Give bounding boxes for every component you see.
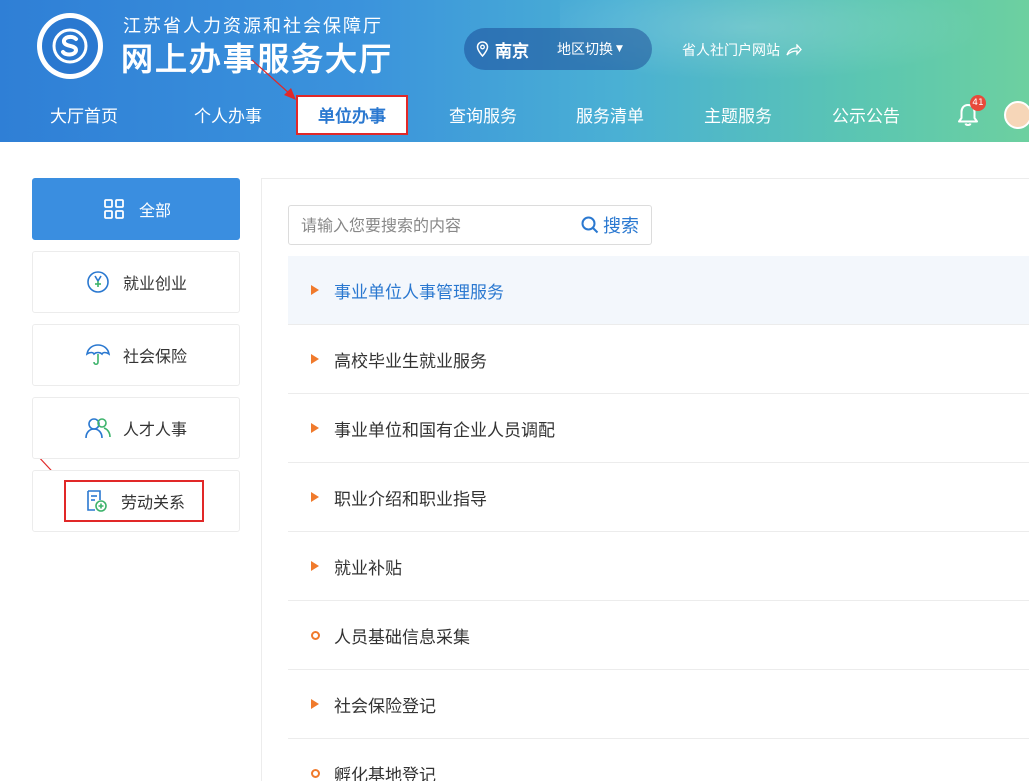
nav-item-announcements[interactable]: 公示公告 (832, 102, 900, 127)
umbrella-icon (85, 342, 111, 368)
sidebar-item-talent[interactable]: 人才人事 (32, 397, 240, 459)
triangle-right-icon (308, 561, 322, 571)
highlight-box: 劳动关系 (64, 480, 204, 522)
grid-icon (101, 196, 127, 222)
nav-item-query[interactable]: 查询服务 (449, 102, 517, 127)
site-logo[interactable] (37, 13, 103, 79)
list-item[interactable]: 高校毕业生就业服务 (288, 325, 1029, 394)
share-arrow-icon (786, 44, 802, 56)
list-item-label: 事业单位和国有企业人员调配 (334, 420, 555, 441)
list-item[interactable]: 人员基础信息采集 (288, 601, 1029, 670)
service-list: 事业单位人事管理服务 高校毕业生就业服务 事业单位和国有企业人员调配 职业介绍和… (288, 256, 1029, 781)
document-plus-icon (83, 488, 109, 514)
sidebar-item-label: 人才人事 (122, 420, 187, 439)
region-switch-label: 地区切换 (557, 42, 613, 58)
list-item[interactable]: 职业介绍和职业指导 (288, 463, 1029, 532)
triangle-right-icon (308, 354, 322, 364)
logo-emblem-icon (42, 18, 98, 74)
search-button[interactable]: 搜索 (581, 212, 639, 238)
employment-icon (85, 269, 111, 295)
people-icon (85, 415, 111, 441)
sidebar-item-label: 全部 (138, 201, 171, 220)
ring-bullet-icon (308, 769, 322, 778)
list-item-label: 事业单位人事管理服务 (334, 282, 504, 303)
list-item-label: 高校毕业生就业服务 (334, 351, 487, 372)
triangle-right-icon (308, 492, 322, 502)
search-bar: 搜索 (288, 205, 652, 245)
list-item[interactable]: 社会保险登记 (288, 670, 1029, 739)
nav-item-personal[interactable]: 个人办事 (194, 102, 262, 127)
panel-divider (261, 178, 262, 781)
sidebar-item-employment[interactable]: 就业创业 (32, 251, 240, 313)
location-pin-icon (476, 41, 489, 57)
triangle-right-icon (308, 699, 322, 709)
sidebar-item-labor-relations[interactable]: 劳动关系 (32, 470, 240, 532)
list-item-label: 社会保险登记 (334, 696, 436, 717)
list-item[interactable]: 就业补贴 (288, 532, 1029, 601)
region-selector[interactable]: 南京 地区切换 ▼ (464, 28, 652, 70)
sidebar-item-all[interactable]: 全部 (32, 178, 240, 240)
portal-link[interactable]: 省人社门户网站 (682, 40, 802, 60)
sidebar-item-label: 劳动关系 (120, 493, 185, 512)
search-input[interactable] (301, 215, 571, 235)
panel-border (261, 178, 1029, 179)
region-switch-button[interactable]: 地区切换 ▼ (557, 39, 623, 59)
annotation-arrow-nav (251, 59, 296, 100)
list-item-label: 人员基础信息采集 (334, 627, 470, 648)
nav-item-service-list[interactable]: 服务清单 (576, 102, 644, 127)
nav-item-topics[interactable]: 主题服务 (704, 102, 772, 127)
caret-down-icon: ▼ (616, 44, 623, 54)
notification-badge: 41 (970, 95, 986, 111)
list-item-label: 孵化基地登记 (334, 766, 436, 781)
triangle-right-icon (308, 285, 322, 295)
ring-bullet-icon (308, 630, 322, 640)
nav-item-organization[interactable]: 单位办事 (296, 95, 408, 135)
search-button-label: 搜索 (603, 216, 639, 237)
sidebar-item-label: 就业创业 (122, 274, 187, 293)
list-item-label: 就业补贴 (334, 558, 402, 579)
search-icon (581, 216, 599, 234)
list-item-label: 职业介绍和职业指导 (334, 489, 487, 510)
portal-link-label: 省人社门户网站 (682, 43, 780, 59)
main-nav: 大厅首页 个人办事 单位办事 查询服务 服务清单 主题服务 公示公告 (0, 88, 1029, 142)
sidebar-item-social-insurance[interactable]: 社会保险 (32, 324, 240, 386)
triangle-right-icon (308, 423, 322, 433)
avatar[interactable] (1004, 101, 1029, 129)
region-city: 南京 (495, 41, 529, 62)
sidebar-item-label: 社会保险 (122, 347, 187, 366)
list-item[interactable]: 事业单位人事管理服务 (288, 256, 1029, 325)
list-item[interactable]: 孵化基地登记 (288, 739, 1029, 781)
list-item[interactable]: 事业单位和国有企业人员调配 (288, 394, 1029, 463)
nav-item-home[interactable]: 大厅首页 (50, 102, 118, 127)
site-header: 江苏省人力资源和社会保障厅 网上办事服务大厅 南京 地区切换 ▼ 省人社门户网站… (0, 0, 1029, 142)
